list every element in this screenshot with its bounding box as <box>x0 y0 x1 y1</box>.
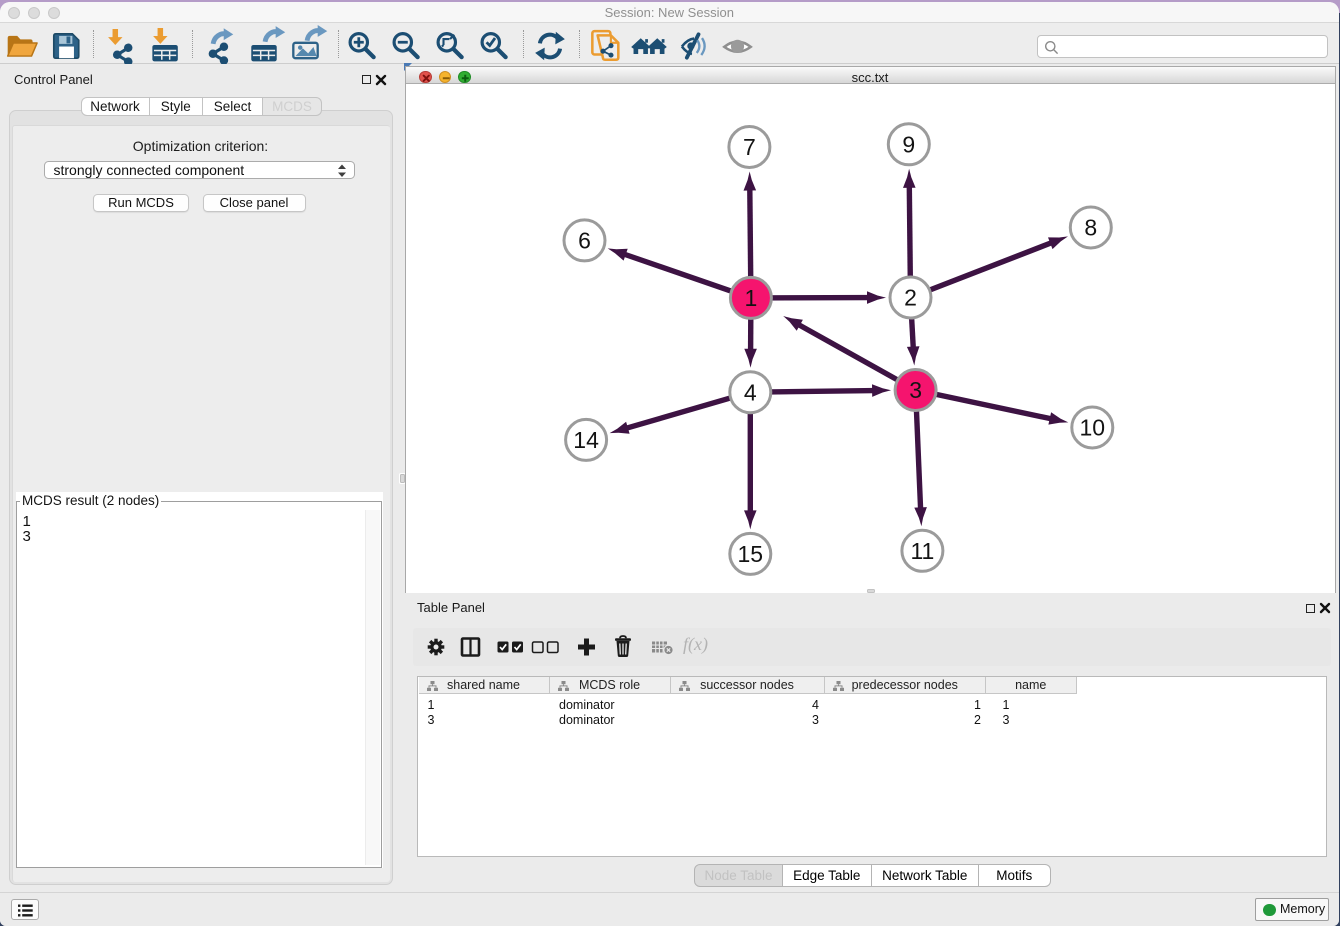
svg-text:8: 8 <box>1084 214 1097 240</box>
svg-text:4: 4 <box>743 379 756 405</box>
svg-text:15: 15 <box>737 541 763 567</box>
svg-text:11: 11 <box>910 538 934 564</box>
svg-text:14: 14 <box>573 427 599 453</box>
svg-text:3: 3 <box>909 377 922 403</box>
svg-text:9: 9 <box>902 131 915 157</box>
svg-text:10: 10 <box>1079 414 1105 440</box>
svg-text:7: 7 <box>743 134 756 160</box>
svg-text:6: 6 <box>578 227 591 253</box>
svg-text:1: 1 <box>744 285 757 311</box>
svg-text:2: 2 <box>904 284 917 310</box>
